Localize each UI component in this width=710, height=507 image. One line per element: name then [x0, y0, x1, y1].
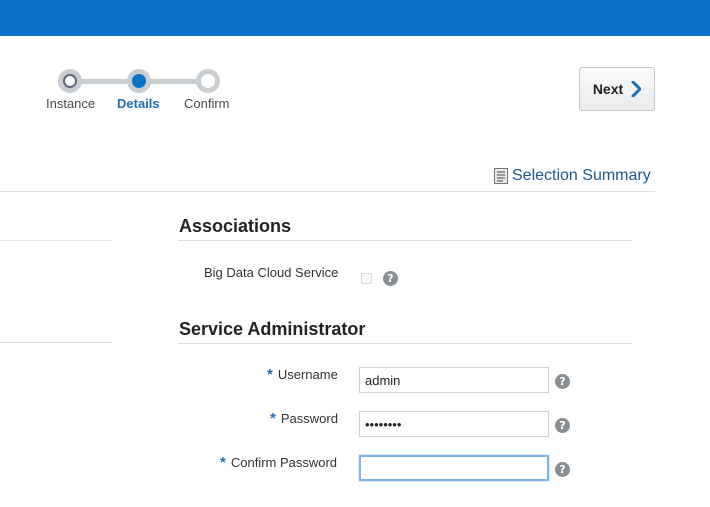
- train-stop-instance[interactable]: [58, 69, 82, 93]
- username-label: * Username: [267, 366, 338, 383]
- help-icon[interactable]: ?: [555, 462, 570, 477]
- section-divider: [178, 343, 632, 344]
- help-icon[interactable]: ?: [383, 271, 398, 286]
- confirm-password-label: * Confirm Password: [220, 454, 337, 471]
- associations-heading: Associations: [179, 216, 292, 236]
- required-marker: *: [270, 410, 276, 427]
- train-label-instance[interactable]: Instance: [46, 96, 95, 111]
- password-label: * Password: [270, 410, 338, 427]
- big-data-cloud-service-checkbox[interactable]: [361, 273, 372, 284]
- username-input[interactable]: [359, 367, 549, 393]
- section-divider: [178, 240, 632, 241]
- service-administrator-heading: Service Administrator: [179, 319, 366, 339]
- divider: [0, 191, 655, 192]
- confirm-password-label-text: Confirm Password: [230, 455, 338, 470]
- big-data-cloud-service-label: Big Data Cloud Service: [204, 265, 339, 280]
- train-stop-details: [127, 69, 151, 93]
- next-button-label: Next: [592, 81, 624, 97]
- train-label-confirm: Confirm: [184, 96, 230, 111]
- top-banner: [0, 0, 710, 36]
- summary-doc-icon: [494, 168, 508, 184]
- required-marker: *: [220, 454, 226, 471]
- password-input[interactable]: [359, 411, 549, 437]
- help-icon[interactable]: ?: [555, 374, 570, 389]
- divider: [0, 240, 112, 241]
- password-label-text: Password: [280, 411, 338, 426]
- chevron-right-icon: [631, 81, 642, 97]
- selection-summary-label: Selection Summary: [512, 167, 651, 184]
- confirm-password-input[interactable]: [359, 455, 549, 481]
- train-label-details: Details: [117, 96, 160, 111]
- username-label-text: Username: [277, 367, 338, 382]
- train-stop-confirm: [196, 69, 220, 93]
- next-button[interactable]: Next: [579, 67, 655, 111]
- help-icon[interactable]: ?: [555, 418, 570, 433]
- step-train: Instance Details Confirm: [40, 66, 250, 116]
- required-marker: *: [267, 366, 273, 383]
- selection-summary-link[interactable]: Selection Summary: [494, 167, 651, 185]
- divider: [0, 342, 112, 343]
